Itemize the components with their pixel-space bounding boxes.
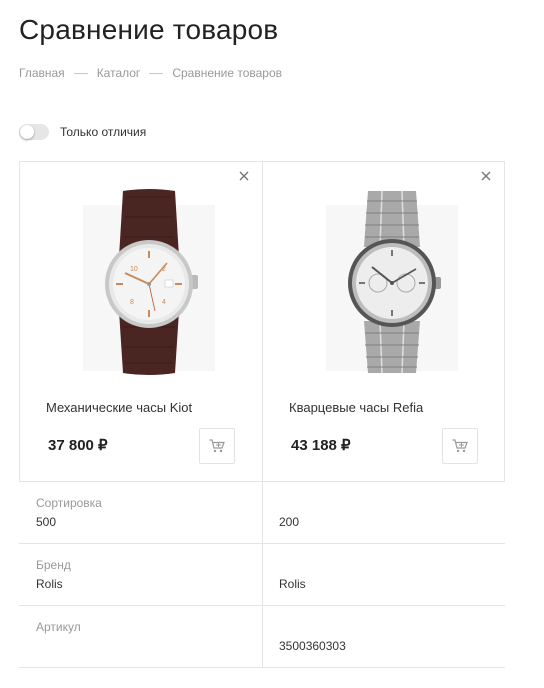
product-name-link[interactable]: Кварцевые часы Refia [289,400,423,415]
property-label: Сортировка [36,496,102,510]
property-cell: 3500360303 [262,606,505,667]
product-card: Кварцевые часы Refia 43 188 ₽ [262,162,504,481]
breadcrumb-separator [149,72,164,74]
property-label: Артикул [36,620,81,634]
close-icon [239,171,249,181]
svg-text:4: 4 [162,299,166,306]
property-cell: 200 [262,482,505,543]
remove-product-button[interactable] [479,170,493,184]
only-differences-toggle[interactable] [19,124,49,140]
property-row: Артикул 3500360303 [19,606,505,668]
product-price: 43 188 ₽ [291,437,351,454]
watch-leather-strap-icon: 10 2 8 4 [83,189,215,375]
toggle-knob [20,125,34,139]
cart-icon [209,439,225,453]
page-title: Сравнение товаров [19,14,279,45]
breadcrumb-home-link[interactable]: Главная [19,66,65,80]
remove-product-button[interactable] [237,170,251,184]
property-row: Сортировка 500 200 [19,482,505,544]
svg-text:10: 10 [130,266,138,273]
property-value: Rolis [279,577,306,591]
watch-metal-bracelet-icon [326,190,458,374]
breadcrumb-catalog-link[interactable]: Каталог [97,66,141,80]
add-to-cart-button[interactable] [442,428,478,464]
property-label: Бренд [36,558,71,572]
property-row: Бренд Rolis Rolis [19,544,505,606]
property-cell: Артикул [19,606,262,667]
property-value: 200 [279,515,300,529]
property-value: 500 [36,515,57,529]
breadcrumb-separator [73,72,88,74]
product-image[interactable]: 10 2 8 4 [63,187,235,383]
property-value: 3500360303 [279,639,346,653]
product-image[interactable] [306,187,478,383]
property-cell: Бренд Rolis [19,544,262,605]
cart-icon [452,439,468,453]
product-name-link[interactable]: Механические часы Kiot [46,400,192,415]
breadcrumb: Главная Каталог Сравнение товаров [19,66,282,80]
product-price: 37 800 ₽ [48,437,108,454]
only-differences-label: Только отличия [60,125,147,139]
svg-text:8: 8 [130,299,134,306]
differences-filter: Только отличия [19,124,146,140]
property-value: Rolis [36,577,63,591]
property-cell: Rolis [262,544,505,605]
property-cell: Сортировка 500 [19,482,262,543]
close-icon [481,171,491,181]
add-to-cart-button[interactable] [199,428,235,464]
product-card: 10 2 8 4 Механические часы Kiot 37 800 ₽ [20,162,262,481]
properties-table: Сортировка 500 200 Бренд Rolis Rolis Арт… [19,482,505,668]
breadcrumb-current: Сравнение товаров [172,66,283,80]
compare-products: 10 2 8 4 Механические часы Kiot 37 800 ₽ [19,161,505,482]
